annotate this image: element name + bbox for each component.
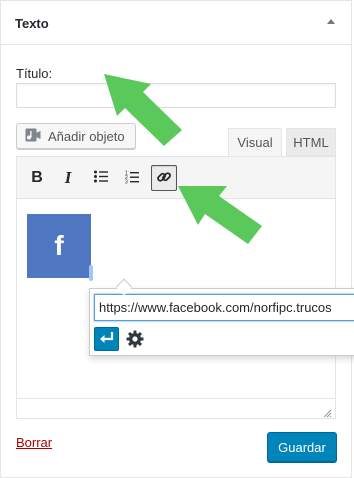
- link-popup: [89, 288, 354, 356]
- widget-title: Texto: [15, 16, 49, 31]
- link-icon: [156, 169, 172, 188]
- link-settings-button[interactable]: [124, 329, 146, 351]
- text-widget: Texto Título: Añadir objeto Visual HTML …: [0, 0, 352, 478]
- numbered-list-icon: 1 2 3: [125, 170, 139, 187]
- tab-html[interactable]: HTML: [286, 128, 336, 156]
- italic-button[interactable]: I: [55, 165, 81, 191]
- tab-visual[interactable]: Visual: [228, 128, 282, 156]
- svg-text:3: 3: [125, 179, 128, 184]
- numbered-list-button[interactable]: 1 2 3: [119, 165, 145, 191]
- url-input[interactable]: [94, 294, 354, 321]
- gear-icon: [126, 330, 144, 351]
- title-input[interactable]: [16, 83, 336, 108]
- media-music-icon: [25, 127, 48, 146]
- resize-grip-icon[interactable]: [323, 406, 332, 418]
- apply-link-button[interactable]: [94, 327, 119, 351]
- delete-link[interactable]: Borrar: [16, 435, 52, 450]
- editor-toolbar: B I 1 2 3: [17, 157, 335, 199]
- text-cursor: [89, 265, 93, 281]
- enter-return-icon: [99, 331, 115, 348]
- facebook-image[interactable]: f: [27, 214, 91, 278]
- triangle-up-icon[interactable]: [327, 19, 335, 24]
- save-button[interactable]: Guardar: [267, 432, 337, 462]
- title-label: Título:: [16, 66, 53, 81]
- bold-button[interactable]: B: [24, 165, 50, 191]
- widget-header[interactable]: Texto: [1, 1, 351, 45]
- bullet-list-icon: [94, 170, 108, 186]
- add-media-button[interactable]: Añadir objeto: [16, 123, 136, 149]
- add-media-label: Añadir objeto: [48, 128, 125, 144]
- editor-statusbar: [17, 398, 335, 418]
- link-button[interactable]: [151, 165, 177, 191]
- bullet-list-button[interactable]: [88, 165, 114, 191]
